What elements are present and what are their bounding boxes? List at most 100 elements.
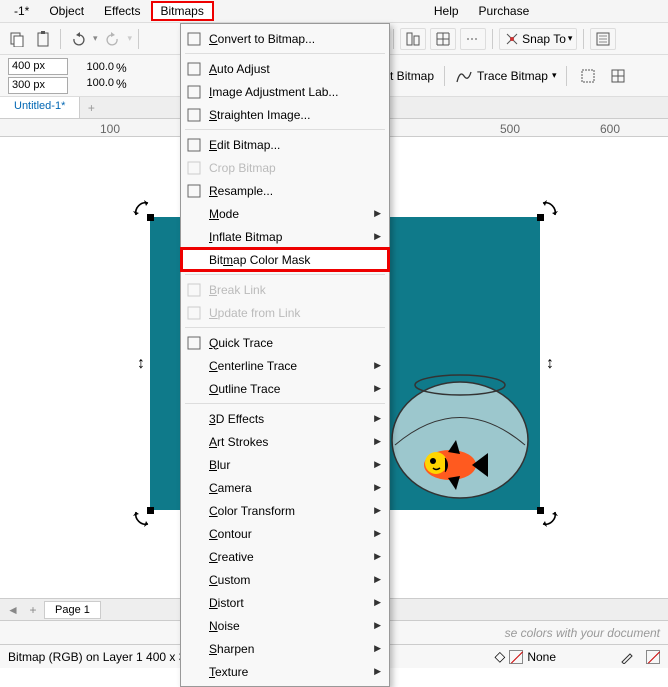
editbmp-icon xyxy=(185,136,203,154)
menu-item-label: Crop Bitmap xyxy=(209,161,381,175)
menu-item-3d-effects[interactable]: 3D Effects▶ xyxy=(181,407,389,430)
snap-caret: ▾ xyxy=(568,33,573,44)
submenu-arrow-icon: ▶ xyxy=(374,643,381,654)
menu-item-blur[interactable]: Blur▶ xyxy=(181,453,389,476)
page-add-icon[interactable]: + xyxy=(24,602,42,618)
blank-icon xyxy=(185,456,203,474)
width-input[interactable] xyxy=(8,58,68,75)
menu-item-resample[interactable]: Resample... xyxy=(181,179,389,202)
menu-item-label: Centerline Trace xyxy=(209,359,368,373)
menu-item-label: 3D Effects xyxy=(209,412,368,426)
menu-item-custom[interactable]: Custom ▶ xyxy=(181,568,389,591)
divider xyxy=(60,29,61,49)
crop-icon xyxy=(185,159,203,177)
menu-item-break-link: Break Link xyxy=(181,278,389,301)
blank-icon xyxy=(185,617,203,635)
menu-item-image-adjustment-lab[interactable]: Image Adjustment Lab... xyxy=(181,80,389,103)
page-prev-icon[interactable]: ◄ xyxy=(4,602,22,618)
blank-icon xyxy=(185,205,203,223)
menu-item-label: Custom xyxy=(209,573,368,587)
snap-to-button[interactable]: Snap To ▾ xyxy=(499,28,577,50)
menu-item-label: Texture xyxy=(209,665,368,679)
trace-bitmap-button[interactable]: Trace Bitmap ▾ xyxy=(455,68,556,84)
menu-item-crop-bitmap: Crop Bitmap xyxy=(181,156,389,179)
rotate-handle-tr[interactable] xyxy=(540,200,558,218)
options-icon[interactable] xyxy=(590,28,616,50)
rotate-handle-br[interactable] xyxy=(540,509,558,527)
menu-item-straighten-image[interactable]: Straighten Image... xyxy=(181,103,389,126)
rotate-handle-bl[interactable] xyxy=(133,509,151,527)
menu-item-distort[interactable]: Distort▶ xyxy=(181,591,389,614)
menu-object[interactable]: Object xyxy=(39,2,94,20)
propbar-right: Edit Bitmap Trace Bitmap ▾ xyxy=(373,65,630,87)
menu-item-edit-bitmap[interactable]: Edit Bitmap... xyxy=(181,133,389,156)
submenu-arrow-icon: ▶ xyxy=(374,436,381,447)
menu-item-centerline-trace[interactable]: Centerline Trace ▶ xyxy=(181,354,389,377)
copy-icon[interactable] xyxy=(6,28,28,50)
tab-add-icon[interactable]: + xyxy=(80,97,102,118)
menu-item-creative[interactable]: Creative▶ xyxy=(181,545,389,568)
submenu-arrow-icon: ▶ xyxy=(374,360,381,371)
menu-item-bitmap-color-mask[interactable]: Bitmap Color Mask xyxy=(181,248,389,271)
menu-item-label: Outline Trace xyxy=(209,382,368,396)
menu-item-label: Sharpen xyxy=(209,642,368,656)
menubar: -1* Object Effects Bitmaps Help Purchase xyxy=(0,0,668,23)
crop-prop-icon[interactable] xyxy=(577,65,599,87)
grid-icon[interactable] xyxy=(430,28,456,50)
resample-prop-icon[interactable] xyxy=(607,65,629,87)
align-icon[interactable] xyxy=(400,28,426,50)
menu-item-auto-adjust[interactable]: Auto Adjust xyxy=(181,57,389,80)
blank-icon xyxy=(185,594,203,612)
blank-icon xyxy=(185,502,203,520)
title-fragment: -1* xyxy=(4,2,39,20)
outline-none-icon xyxy=(646,650,660,664)
menu-item-quick-trace[interactable]: Quick Trace xyxy=(181,331,389,354)
menu-effects[interactable]: Effects xyxy=(94,2,150,20)
menu-help[interactable]: Help xyxy=(424,2,469,20)
undo-icon[interactable] xyxy=(67,28,89,50)
menu-item-label: Noise xyxy=(209,619,368,633)
menu-item-label: Break Link xyxy=(209,283,381,297)
menu-separator xyxy=(185,327,385,328)
menu-item-label: Blur xyxy=(209,458,368,472)
skew-handle-l[interactable]: ↕ xyxy=(137,355,145,373)
pen-icon[interactable] xyxy=(620,650,634,664)
submenu-arrow-icon: ▶ xyxy=(374,620,381,631)
submenu-arrow-icon: ▶ xyxy=(374,383,381,394)
menu-item-outline-trace[interactable]: Outline Trace ▶ xyxy=(181,377,389,400)
menu-item-mode[interactable]: Mode▶ xyxy=(181,202,389,225)
page-tab-1[interactable]: Page 1 xyxy=(44,601,101,619)
menu-item-camera[interactable]: Camera▶ xyxy=(181,476,389,499)
menu-item-label: Resample... xyxy=(209,184,381,198)
submenu-arrow-icon: ▶ xyxy=(374,505,381,516)
menu-item-art-strokes[interactable]: Art Strokes▶ xyxy=(181,430,389,453)
blank-icon xyxy=(185,571,203,589)
menu-item-contour[interactable]: Contour▶ xyxy=(181,522,389,545)
submenu-arrow-icon: ▶ xyxy=(374,231,381,242)
menu-item-texture[interactable]: Texture▶ xyxy=(181,660,389,683)
fill-indicator[interactable]: ◇ None xyxy=(495,648,556,665)
divider xyxy=(393,29,394,49)
undo-caret[interactable]: ▾ xyxy=(93,33,98,44)
menu-item-label: Mode xyxy=(209,207,368,221)
update-icon xyxy=(185,304,203,322)
menu-item-inflate-bitmap[interactable]: Inflate Bitmap▶ xyxy=(181,225,389,248)
dashline-icon[interactable] xyxy=(460,28,486,50)
blank-icon xyxy=(185,663,203,681)
height-input[interactable] xyxy=(8,77,68,94)
bitmaps-menu-dropdown: Convert to Bitmap... Auto AdjustImage Adj… xyxy=(180,23,390,687)
submenu-arrow-icon: ▶ xyxy=(374,574,381,585)
skew-handle-r[interactable]: ↕ xyxy=(546,355,554,373)
menu-item-convert-to-bitmap[interactable]: Convert to Bitmap... xyxy=(181,27,389,50)
rotate-handle-tl[interactable] xyxy=(133,200,151,218)
tab-untitled[interactable]: Untitled-1* xyxy=(0,97,80,118)
menu-separator xyxy=(185,129,385,130)
menu-item-noise[interactable]: Noise ▶ xyxy=(181,614,389,637)
menu-bitmaps[interactable]: Bitmaps xyxy=(151,1,214,21)
menu-item-sharpen[interactable]: Sharpen ▶ xyxy=(181,637,389,660)
menu-item-color-transform[interactable]: Color Transform▶ xyxy=(181,499,389,522)
paste-icon[interactable] xyxy=(32,28,54,50)
submenu-arrow-icon: ▶ xyxy=(374,597,381,608)
menu-purchase[interactable]: Purchase xyxy=(469,2,540,20)
redo-icon[interactable] xyxy=(102,28,124,50)
